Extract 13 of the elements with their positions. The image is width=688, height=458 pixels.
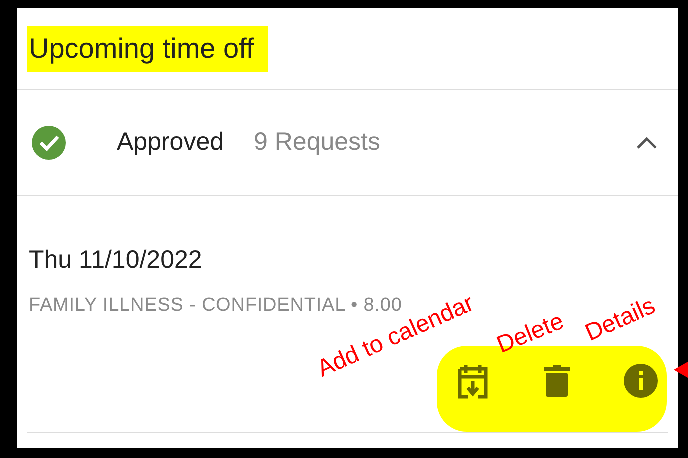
section-title: Upcoming time off	[27, 26, 268, 72]
annotation-label: Delete	[494, 310, 568, 358]
request-count: 9 Requests	[254, 126, 380, 158]
info-icon	[623, 363, 659, 399]
chevron-up-icon[interactable]	[636, 136, 658, 150]
annotation-label: Details	[582, 294, 660, 346]
request-date: Thu 11/10/2022	[29, 245, 204, 276]
calendar-download-icon	[456, 363, 490, 399]
arrow-head-icon	[674, 362, 688, 378]
check-circle-icon	[31, 124, 67, 160]
trash-icon	[544, 365, 570, 397]
status-label: Approved	[117, 126, 224, 158]
details-button[interactable]	[621, 361, 661, 401]
